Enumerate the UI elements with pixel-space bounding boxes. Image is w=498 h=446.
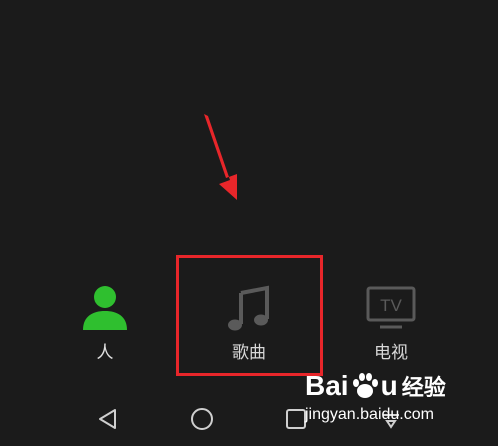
watermark-brand-cn: 经验 xyxy=(401,376,446,401)
tab-tv[interactable]: TV 电视 xyxy=(336,278,446,373)
tab-songs-label: 歌曲 xyxy=(232,343,266,363)
baidu-paw-icon xyxy=(352,373,378,398)
screen: 人 歌曲 TV 电视 Bai u 经验 jingyan.baidu.com xyxy=(0,0,498,446)
tab-tv-label: 电视 xyxy=(374,343,408,363)
home-icon xyxy=(191,408,213,430)
watermark-brand: Bai u 经验 xyxy=(305,370,446,402)
tab-people[interactable]: 人 xyxy=(50,278,160,373)
watermark-brand-right: u xyxy=(380,370,398,401)
tv-icon-text: TV xyxy=(380,296,402,315)
tab-songs[interactable]: 歌曲 xyxy=(194,278,304,373)
back-icon xyxy=(99,409,116,429)
arrow-shape xyxy=(204,114,237,200)
home-button[interactable] xyxy=(187,404,217,434)
person-icon xyxy=(73,278,137,338)
back-button[interactable] xyxy=(93,404,123,434)
watermark-url: jingyan.baidu.com xyxy=(305,406,434,423)
music-note-icon xyxy=(217,278,281,338)
tab-people-label: 人 xyxy=(96,343,114,363)
tv-icon: TV xyxy=(359,278,423,338)
watermark-brand-left: Bai xyxy=(305,370,349,401)
baidu-watermark: Bai u 经验 jingyan.baidu.com xyxy=(305,370,495,442)
